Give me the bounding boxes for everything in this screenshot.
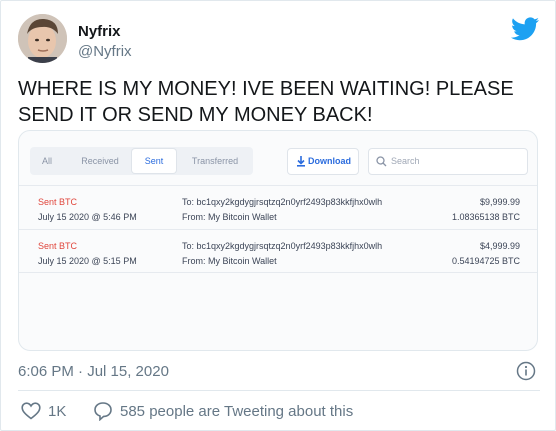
avatar[interactable]	[18, 14, 67, 63]
display-name[interactable]: Nyfrix	[78, 23, 121, 40]
tx-from-wallet: From: My Bitcoin Wallet	[182, 256, 277, 266]
tx-to-address: To: bc1qxy2kgdygjrsqtzq2n0yrf2493p83kkfj…	[182, 197, 383, 207]
tx-to-address: To: bc1qxy2kgdygjrsqtzq2n0yrf2493p83kkfj…	[182, 241, 383, 251]
download-icon	[297, 156, 305, 167]
twitter-logo-icon[interactable]	[511, 17, 539, 41]
tx-date: July 15 2020 @ 5:46 PM	[38, 212, 137, 222]
info-icon[interactable]	[516, 361, 536, 381]
divider	[18, 390, 540, 391]
heart-icon[interactable]	[21, 402, 41, 420]
download-button[interactable]: Download	[287, 148, 359, 175]
tab-received[interactable]: Received	[70, 147, 130, 175]
tab-sent[interactable]: Sent	[132, 149, 176, 173]
tx-from-wallet: From: My Bitcoin Wallet	[182, 212, 277, 222]
tweet-text: WHERE IS MY MONEY! IVE BEEN WAITING! PLE…	[18, 78, 514, 126]
transaction-row[interactable]: Sent BTC July 15 2020 @ 5:46 PM To: bc1q…	[19, 185, 537, 229]
tx-btc-amount: 0.54194725 BTC	[451, 256, 520, 266]
tx-date: July 15 2020 @ 5:15 PM	[38, 256, 137, 266]
search-input[interactable]: Search	[368, 148, 528, 175]
like-count[interactable]: 1K	[48, 403, 66, 420]
tx-usd-amount: $9,999.99	[479, 197, 520, 207]
search-placeholder: Search	[391, 156, 420, 166]
transaction-row[interactable]: Sent BTC July 15 2020 @ 5:15 PM To: bc1q…	[19, 229, 537, 273]
tab-transferred[interactable]: Transferred	[180, 147, 250, 175]
tweet-timestamp[interactable]: 6:06 PM · Jul 15, 2020	[18, 363, 169, 380]
avatar-photo	[18, 14, 67, 63]
tweeting-about-link[interactable]: 585 people are Tweeting about this	[120, 403, 353, 420]
tab-all[interactable]: All	[30, 147, 64, 175]
tweet-card: Nyfrix @Nyfrix WHERE IS MY MONEY! IVE BE…	[0, 0, 556, 431]
tweet-media-wallet-screenshot[interactable]: All Received Sent Transferred Download S…	[18, 130, 538, 351]
tx-type: Sent BTC	[38, 197, 78, 207]
user-handle[interactable]: @Nyfrix	[78, 43, 132, 60]
speech-bubble-icon[interactable]	[93, 401, 113, 421]
tx-usd-amount: $4,999.99	[479, 241, 520, 251]
tx-type: Sent BTC	[38, 241, 78, 251]
wallet-tab-bar: All Received Sent Transferred	[30, 147, 253, 175]
tx-btc-amount: 1.08365138 BTC	[451, 212, 520, 222]
search-icon	[376, 156, 387, 167]
download-label: Download	[308, 156, 351, 166]
